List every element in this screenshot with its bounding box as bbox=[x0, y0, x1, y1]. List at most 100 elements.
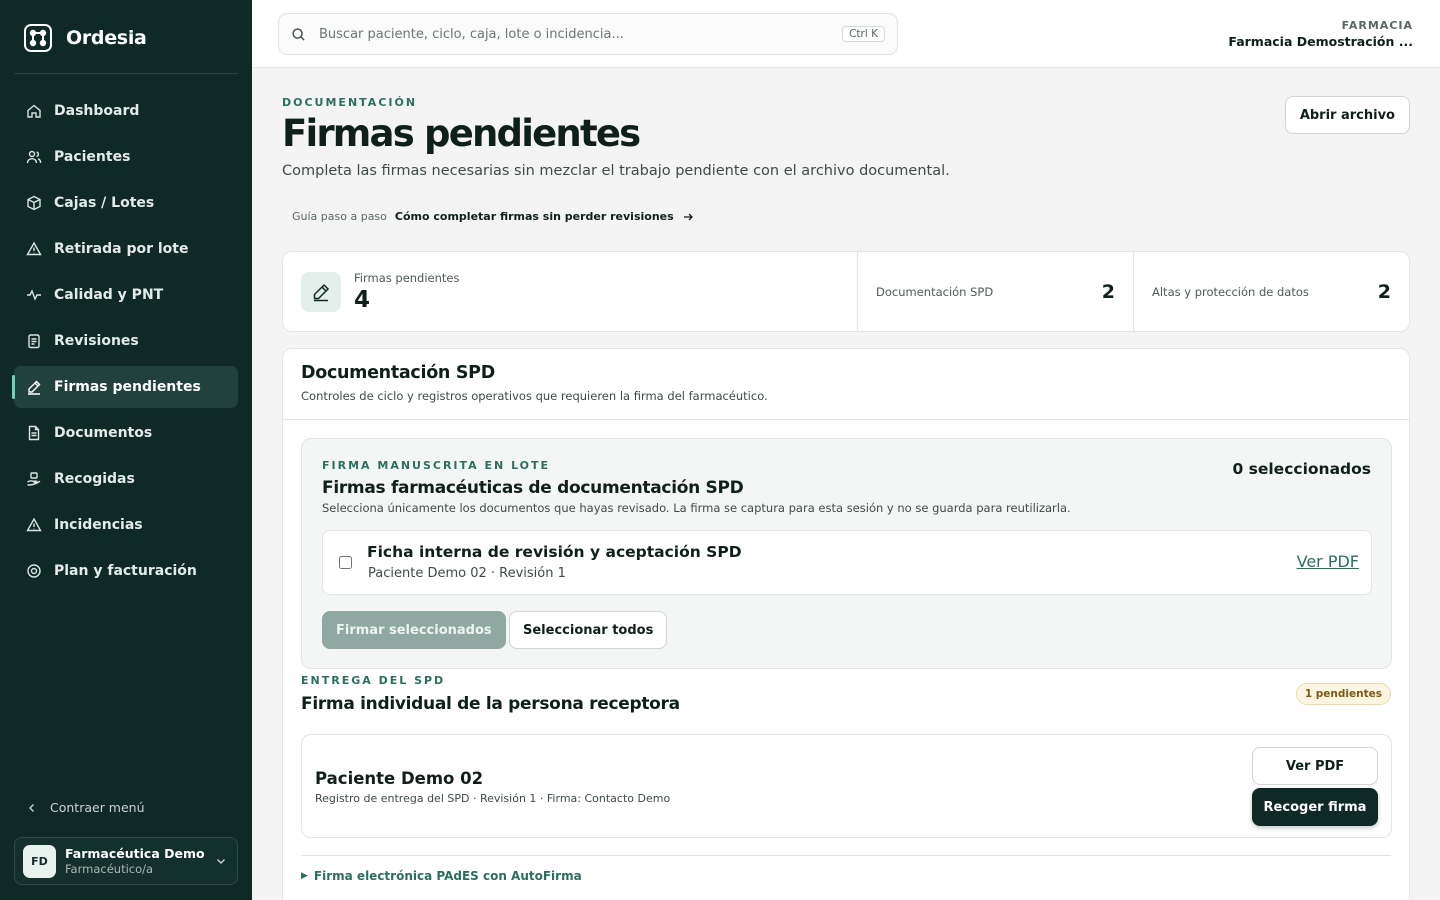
user-role: Farmacéutico/a bbox=[65, 862, 154, 876]
home-icon bbox=[27, 104, 41, 118]
autofirma-toggle[interactable]: ▶ Firma electrónica PAdES con AutoFirma bbox=[301, 869, 582, 883]
sidebar-item-pacientes[interactable]: Pacientes bbox=[14, 136, 238, 178]
autofirma-label: Firma electrónica PAdES con AutoFirma bbox=[313, 869, 582, 883]
batch-signature-section: FIRMA MANUSCRITA EN LOTE Firmas farmacéu… bbox=[301, 438, 1392, 669]
sidebar-item-cajas-lotes[interactable]: Cajas / Lotes bbox=[14, 182, 238, 224]
panel-title: Documentación SPD bbox=[301, 363, 495, 383]
page-eyebrow: DOCUMENTACIÓN bbox=[282, 96, 418, 109]
alert-triangle-icon bbox=[26, 241, 42, 256]
sidebar-item-label: Firmas pendientes bbox=[54, 379, 201, 395]
sidebar-item-retirada-por-lote[interactable]: Retirada por lote bbox=[14, 228, 238, 270]
receiver-signature-card: Paciente Demo 02 Registro de entrega del… bbox=[301, 734, 1392, 838]
receiver-meta: Registro de entrega del SPD · Revisión 1… bbox=[315, 792, 671, 805]
sidebar-item-label: Dashboard bbox=[54, 103, 140, 119]
caret-right-icon: ▶ bbox=[301, 871, 308, 881]
view-pdf-link[interactable]: Ver PDF bbox=[1297, 552, 1359, 571]
search-input[interactable] bbox=[319, 26, 843, 42]
sidebar: Ordesia Dashboard Pacientes Cajas / Lote… bbox=[0, 0, 252, 900]
sidebar-item-label: Cajas / Lotes bbox=[54, 195, 155, 211]
stat-label: Altas y protección de datos bbox=[1152, 284, 1309, 299]
brand-name: Ordesia bbox=[66, 27, 147, 49]
warning-icon bbox=[26, 517, 42, 532]
document-row: Ficha interna de revisión y aceptación S… bbox=[322, 530, 1372, 595]
user-name: Farmacéutica Demo bbox=[65, 846, 205, 861]
sidebar-item-label: Calidad y PNT bbox=[54, 287, 164, 303]
sidebar-item-documentos[interactable]: Documentos bbox=[14, 412, 238, 454]
sidebar-item-label: Documentos bbox=[54, 425, 153, 441]
pen-icon bbox=[313, 283, 330, 301]
collapse-menu-button[interactable]: Contraer menú bbox=[26, 800, 145, 815]
arrow-right-icon bbox=[683, 213, 693, 220]
view-pdf-button[interactable]: Ver PDF bbox=[1252, 747, 1378, 785]
stat-value: 4 bbox=[354, 286, 371, 313]
brand-logo-icon bbox=[24, 24, 52, 52]
stat-text: Firmas pendientes 4 bbox=[354, 271, 460, 313]
brand[interactable]: Ordesia bbox=[22, 22, 147, 54]
sidebar-item-dashboard[interactable]: Dashboard bbox=[14, 90, 238, 132]
clipboard-icon bbox=[28, 334, 40, 349]
document-meta: Paciente Demo 02 · Revisión 1 bbox=[368, 566, 566, 581]
stat-value: 2 bbox=[1377, 280, 1391, 303]
guide-link[interactable]: Cómo completar firmas sin perder revisio… bbox=[395, 210, 674, 223]
document-title: Ficha interna de revisión y aceptación S… bbox=[367, 543, 742, 561]
hand-package-icon bbox=[27, 472, 41, 486]
users-icon bbox=[26, 150, 42, 164]
chevron-left-icon bbox=[29, 803, 34, 812]
sidebar-item-firmas-pendientes[interactable]: Firmas pendientes bbox=[12, 366, 238, 408]
panel-header: Documentación SPD Controles de ciclo y r… bbox=[283, 349, 1409, 420]
spd-documentation-panel: Documentación SPD Controles de ciclo y r… bbox=[282, 348, 1410, 900]
selected-count: 0 seleccionados bbox=[1232, 460, 1371, 478]
delivery-title: Firma individual de la persona receptora bbox=[301, 694, 680, 714]
sidebar-item-recogidas[interactable]: Recogidas bbox=[14, 458, 238, 500]
sidebar-item-label: Plan y facturación bbox=[54, 563, 197, 579]
chevron-down-icon bbox=[217, 859, 225, 864]
stat-spd-docs: Documentación SPD 2 bbox=[858, 252, 1133, 331]
avatar: FD bbox=[23, 844, 56, 878]
sidebar-item-label: Recogidas bbox=[54, 471, 135, 487]
page-title: Firmas pendientes bbox=[282, 112, 641, 155]
select-all-button[interactable]: Seleccionar todos bbox=[509, 611, 668, 649]
search-box[interactable]: Ctrl K bbox=[278, 13, 898, 55]
settings-icon bbox=[27, 564, 41, 578]
file-icon bbox=[28, 425, 40, 441]
sidebar-item-label: Revisiones bbox=[54, 333, 139, 349]
collapse-menu-label: Contraer menú bbox=[50, 800, 145, 815]
box-icon bbox=[27, 195, 41, 211]
stat-value: 2 bbox=[1101, 280, 1115, 303]
pharmacy-name: Farmacia Demostración ... bbox=[1228, 34, 1413, 49]
receiver-patient-name: Paciente Demo 02 bbox=[315, 769, 484, 788]
pharmacy-selector[interactable]: FARMACIA Farmacia Demostración ... bbox=[1228, 19, 1413, 49]
guide-label: Guía paso a paso bbox=[292, 210, 387, 223]
stat-pending-signatures: Firmas pendientes 4 bbox=[283, 252, 858, 331]
document-checkbox[interactable] bbox=[339, 556, 352, 569]
sidebar-item-calidad-pnt[interactable]: Calidad y PNT bbox=[14, 274, 238, 316]
sidebar-item-plan-facturacion[interactable]: Plan y facturación bbox=[14, 550, 238, 592]
sidebar-item-revisiones[interactable]: Revisiones bbox=[14, 320, 238, 362]
brand-divider bbox=[14, 73, 238, 74]
collect-signature-button[interactable]: Recoger firma bbox=[1252, 788, 1378, 826]
sign-selected-button[interactable]: Firmar seleccionados bbox=[322, 611, 506, 649]
pending-badge: 1 pendientes bbox=[1295, 683, 1391, 705]
user-menu[interactable]: FD Farmacéutica Demo Farmacéutico/a bbox=[14, 837, 238, 885]
guide-link-row: Guía paso a paso Cómo completar firmas s… bbox=[292, 210, 694, 223]
batch-eyebrow: FIRMA MANUSCRITA EN LOTE bbox=[322, 459, 551, 472]
search-icon bbox=[292, 27, 305, 41]
activity-icon bbox=[27, 289, 41, 301]
top-bar: Ctrl K FARMACIA Farmacia Demostración ..… bbox=[252, 0, 1440, 68]
search-shortcut: Ctrl K bbox=[842, 26, 885, 42]
sidebar-nav: Dashboard Pacientes Cajas / Lotes Retira… bbox=[12, 90, 238, 596]
stat-label: Documentación SPD bbox=[876, 284, 994, 299]
section-divider bbox=[301, 855, 1391, 856]
open-archive-button[interactable]: Abrir archivo bbox=[1284, 96, 1410, 134]
sidebar-item-label: Incidencias bbox=[54, 517, 143, 533]
batch-title: Firmas farmacéuticas de documentación SP… bbox=[322, 478, 744, 498]
page-subtitle: Completa las firmas necesarias sin mezcl… bbox=[282, 163, 950, 179]
sidebar-item-label: Retirada por lote bbox=[54, 241, 189, 257]
batch-description: Selecciona únicamente los documentos que… bbox=[322, 501, 1071, 515]
pen-icon bbox=[28, 380, 41, 395]
sidebar-item-incidencias[interactable]: Incidencias bbox=[14, 504, 238, 546]
panel-description: Controles de ciclo y registros operativo… bbox=[301, 389, 768, 403]
sidebar-item-label: Pacientes bbox=[54, 149, 131, 165]
user-info: Farmacéutica Demo Farmacéutico/a bbox=[65, 846, 215, 876]
delivery-eyebrow: ENTREGA DEL SPD bbox=[301, 674, 446, 687]
